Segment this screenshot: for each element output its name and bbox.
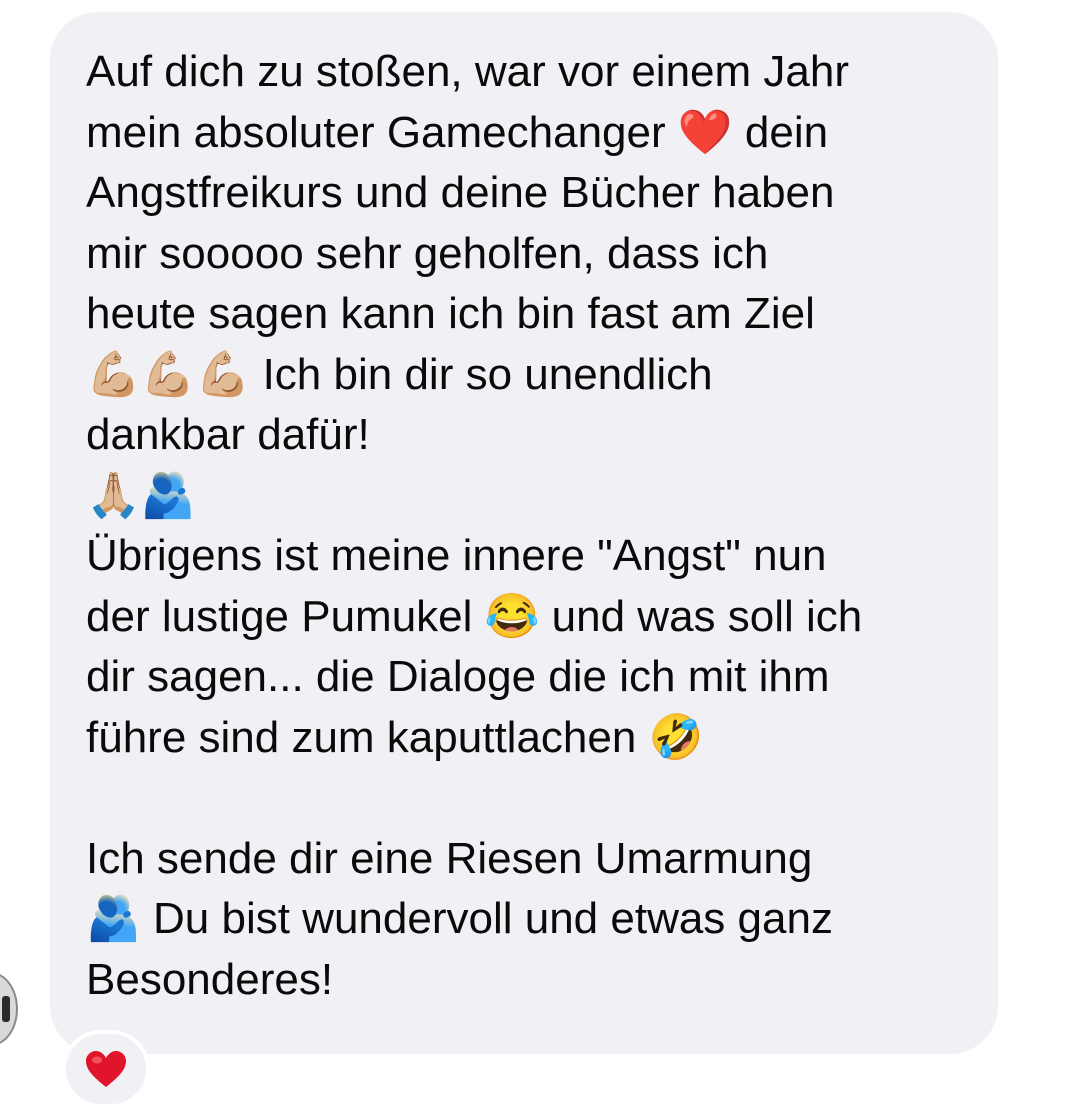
chat-screen: Auf dich zu stoßen, war vor einem Jahr m… (0, 0, 1071, 1110)
reaction-badge[interactable] (62, 1030, 150, 1108)
message-text: Auf dich zu stoßen, war vor einem Jahr m… (86, 47, 863, 1004)
heart-icon (84, 1049, 128, 1089)
avatar-image (2, 996, 10, 1022)
avatar[interactable] (0, 972, 18, 1046)
